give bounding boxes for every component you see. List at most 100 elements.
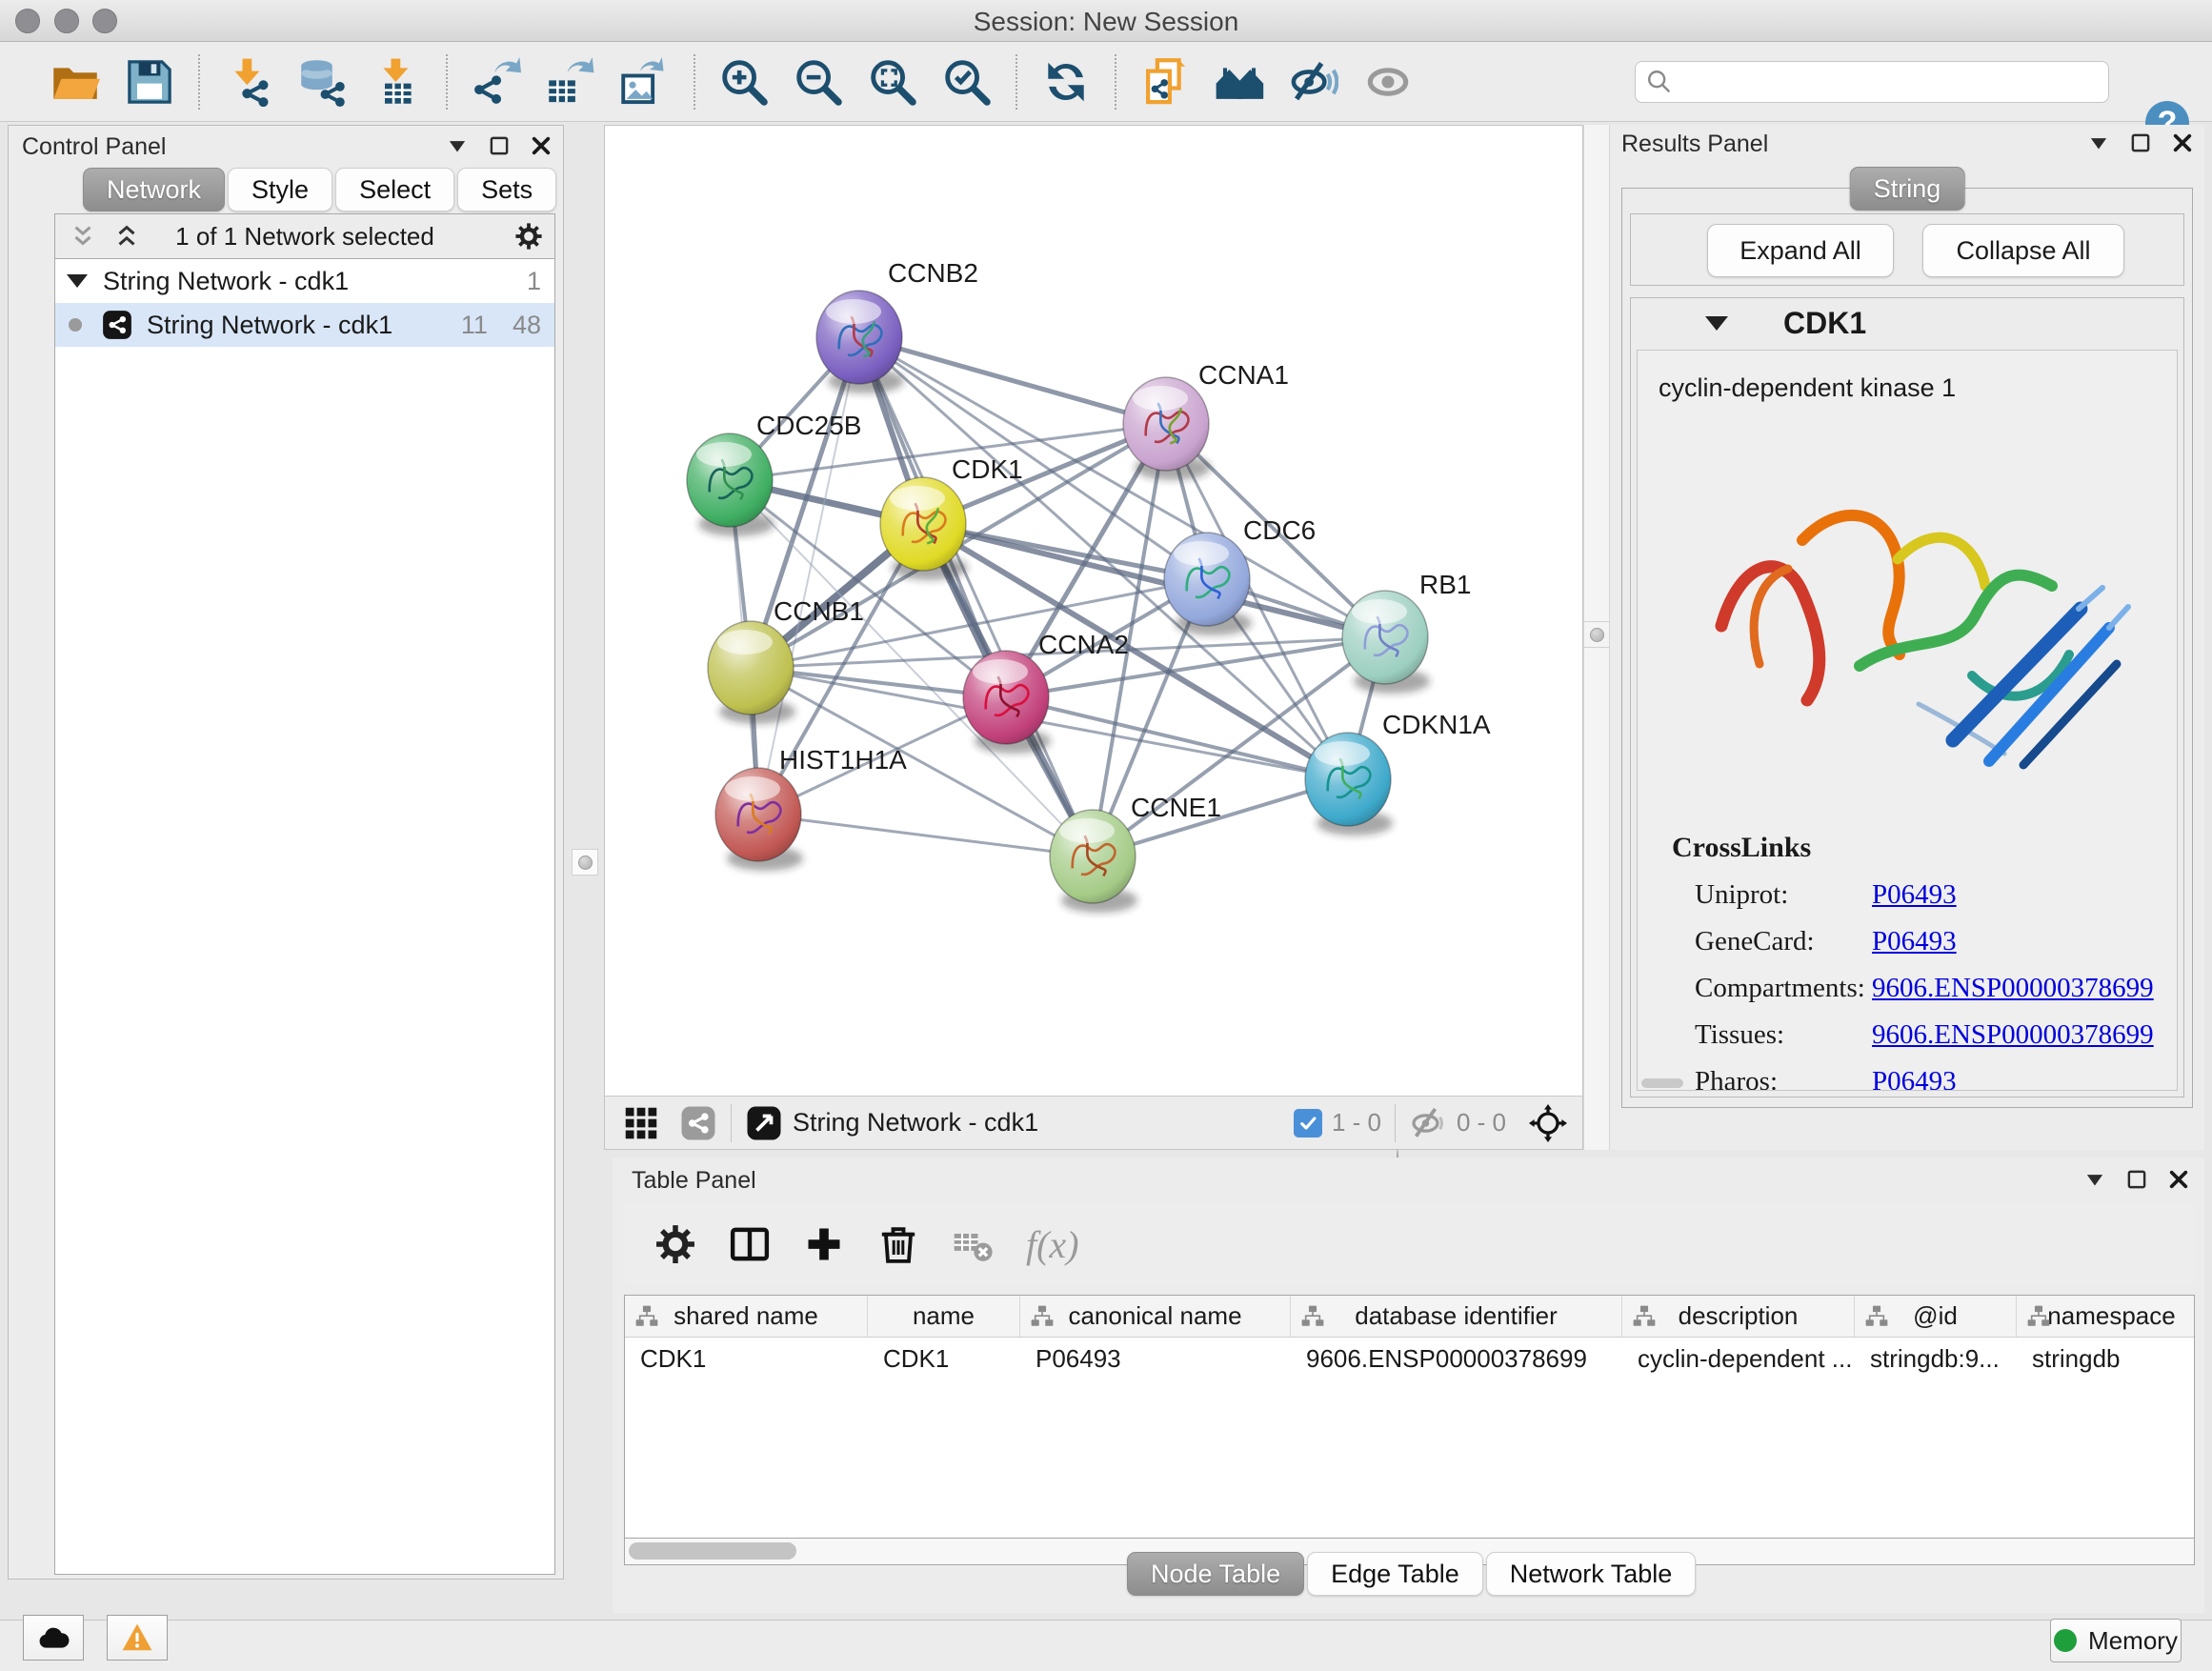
crosslink-value-link[interactable]: 9606.ENSP00000378699 xyxy=(1872,1019,2154,1051)
zoom-in-button[interactable] xyxy=(707,51,781,112)
panel-menu-icon[interactable] xyxy=(2086,131,2111,155)
zoom-fit-button[interactable] xyxy=(855,51,930,112)
zoom-out-button[interactable] xyxy=(781,51,855,112)
hide-unhide-button[interactable] xyxy=(1277,51,1351,112)
crosslink-row: Pharos:P06493 xyxy=(1672,1066,2177,1091)
tab-sets[interactable]: Sets xyxy=(457,168,556,211)
table-cell[interactable]: stringdb xyxy=(2017,1338,2195,1379)
import-network-database-button[interactable] xyxy=(286,51,360,112)
show-columns-icon[interactable] xyxy=(729,1223,771,1265)
string-protein-query-button[interactable] xyxy=(1128,51,1202,112)
tab-style[interactable]: Style xyxy=(228,168,332,211)
table-row[interactable]: CDK1CDK1P064939606.ENSP00000378699cyclin… xyxy=(625,1338,2194,1379)
network-canvas[interactable]: CCNB2CCNA1CDC25BCDK1CDC6RB1CCNB1CCNA2CDK… xyxy=(605,126,1582,1096)
node-table[interactable]: shared namenamecanonical namedatabase id… xyxy=(624,1295,2195,1539)
network-node-CDC6[interactable] xyxy=(1164,533,1252,635)
gene-disclosure-icon[interactable] xyxy=(1705,316,1728,331)
panel-menu-icon[interactable] xyxy=(445,133,470,158)
network-node-CCNB2[interactable] xyxy=(816,291,904,393)
network-collection-row[interactable]: String Network - cdk1 1 xyxy=(55,259,554,303)
search-input[interactable] xyxy=(1674,64,2108,100)
table-cell[interactable]: stringdb:9... xyxy=(1855,1338,2017,1379)
right-splitter-handle[interactable] xyxy=(1583,621,1610,648)
expand-all-button[interactable]: Expand All xyxy=(1707,224,1894,277)
selected-nodes-checkbox[interactable] xyxy=(1294,1109,1322,1137)
collapse-all-button[interactable]: Collapse All xyxy=(1922,224,2124,277)
crosslink-row: Compartments:9606.ENSP00000378699 xyxy=(1672,973,2177,1004)
tab-network-table[interactable]: Network Table xyxy=(1486,1552,1697,1596)
table-options-gear-icon[interactable] xyxy=(654,1223,696,1265)
table-cell[interactable]: CDK1 xyxy=(868,1338,1020,1379)
zoom-selected-button[interactable] xyxy=(930,51,1004,112)
left-splitter-handle[interactable] xyxy=(572,849,598,876)
add-column-icon[interactable] xyxy=(803,1223,845,1265)
network-node-CDC25B[interactable] xyxy=(687,433,774,536)
collection-disclosure-icon[interactable] xyxy=(67,274,88,288)
show-graphics-button[interactable] xyxy=(1351,51,1425,112)
network-node-CCNA2[interactable] xyxy=(963,651,1051,754)
tab-string[interactable]: String xyxy=(1850,167,1965,211)
memory-button[interactable]: Memory xyxy=(2050,1619,2182,1662)
crosslink-value-link[interactable]: P06493 xyxy=(1872,1066,1957,1091)
network-node-HIST1H1A[interactable] xyxy=(715,768,803,871)
network-node-RB1[interactable] xyxy=(1342,591,1430,694)
network-node-CDK1[interactable] xyxy=(880,477,968,580)
tab-network[interactable]: Network xyxy=(83,168,225,211)
panel-menu-icon[interactable] xyxy=(2082,1167,2107,1192)
warnings-button[interactable] xyxy=(107,1615,168,1661)
refresh-icon xyxy=(1041,57,1091,107)
tab-edge-table[interactable]: Edge Table xyxy=(1307,1552,1483,1596)
column-header-namespace[interactable]: namespace xyxy=(2017,1296,2195,1337)
save-session-button[interactable] xyxy=(112,51,187,112)
delete-column-icon[interactable] xyxy=(877,1223,919,1265)
tab-node-table[interactable]: Node Table xyxy=(1127,1552,1304,1596)
panel-float-icon[interactable] xyxy=(2124,1167,2149,1192)
panel-float-icon[interactable] xyxy=(2128,131,2153,155)
table-cell[interactable]: P06493 xyxy=(1020,1338,1291,1379)
panel-close-icon[interactable] xyxy=(529,133,553,158)
column-header-@id[interactable]: @id xyxy=(1855,1296,2017,1337)
import-table-file-button[interactable] xyxy=(360,51,434,112)
birds-eye-view-icon[interactable] xyxy=(622,1104,660,1142)
panel-float-icon[interactable] xyxy=(487,133,512,158)
column-header-database-identifier[interactable]: database identifier xyxy=(1291,1296,1622,1337)
import-network-file-button[interactable] xyxy=(211,51,286,112)
detach-view-icon[interactable] xyxy=(745,1104,783,1142)
search-box[interactable] xyxy=(1635,61,2109,103)
node-label-CCNB2: CCNB2 xyxy=(888,258,978,288)
node-label-HIST1H1A: HIST1H1A xyxy=(779,745,907,775)
network-row[interactable]: String Network - cdk1 11 48 xyxy=(55,303,554,347)
results-scrollbar[interactable] xyxy=(1641,1078,1683,1088)
export-image-button[interactable] xyxy=(608,51,682,112)
column-header-description[interactable]: description xyxy=(1622,1296,1855,1337)
network-view[interactable]: CCNB2CCNA1CDC25BCDK1CDC6RB1CCNB1CCNA2CDK… xyxy=(604,125,1583,1150)
network-node-CCNE1[interactable] xyxy=(1050,810,1137,913)
crosslink-value-link[interactable]: P06493 xyxy=(1872,879,1957,911)
table-cell[interactable]: 9606.ENSP00000378699 xyxy=(1291,1338,1622,1379)
cloud-status-button[interactable] xyxy=(23,1615,84,1661)
apply-layout-button[interactable] xyxy=(1029,51,1103,112)
tab-select[interactable]: Select xyxy=(335,168,454,211)
gene-section-header[interactable]: CDK1 xyxy=(1631,298,2183,348)
open-file-button[interactable] xyxy=(38,51,112,112)
table-cell[interactable]: cyclin-dependent ... xyxy=(1622,1338,1855,1379)
column-header-name[interactable]: name xyxy=(868,1296,1020,1337)
heye-icon xyxy=(1289,57,1338,107)
network-node-CDKN1A[interactable] xyxy=(1305,733,1393,836)
table-toolbar: f(x) xyxy=(624,1203,2195,1285)
network-node-CCNA1[interactable] xyxy=(1123,377,1211,480)
column-header-shared-name[interactable]: shared name xyxy=(625,1296,868,1337)
export-network-button[interactable] xyxy=(459,51,533,112)
crosslink-value-link[interactable]: P06493 xyxy=(1872,926,1957,957)
string-home-button[interactable] xyxy=(1202,51,1277,112)
fit-content-crosshair-icon[interactable] xyxy=(1529,1104,1567,1142)
crosslink-value-link[interactable]: 9606.ENSP00000378699 xyxy=(1872,973,2154,1004)
panel-close-icon[interactable] xyxy=(2166,1167,2191,1192)
table-cell[interactable]: CDK1 xyxy=(625,1338,868,1379)
network-options-gear-icon[interactable] xyxy=(514,222,543,251)
export-table-button[interactable] xyxy=(533,51,608,112)
column-header-canonical-name[interactable]: canonical name xyxy=(1020,1296,1291,1337)
shared-column-icon xyxy=(634,1304,659,1329)
panel-close-icon[interactable] xyxy=(2170,131,2195,155)
network-node-CCNB1[interactable] xyxy=(708,621,795,724)
